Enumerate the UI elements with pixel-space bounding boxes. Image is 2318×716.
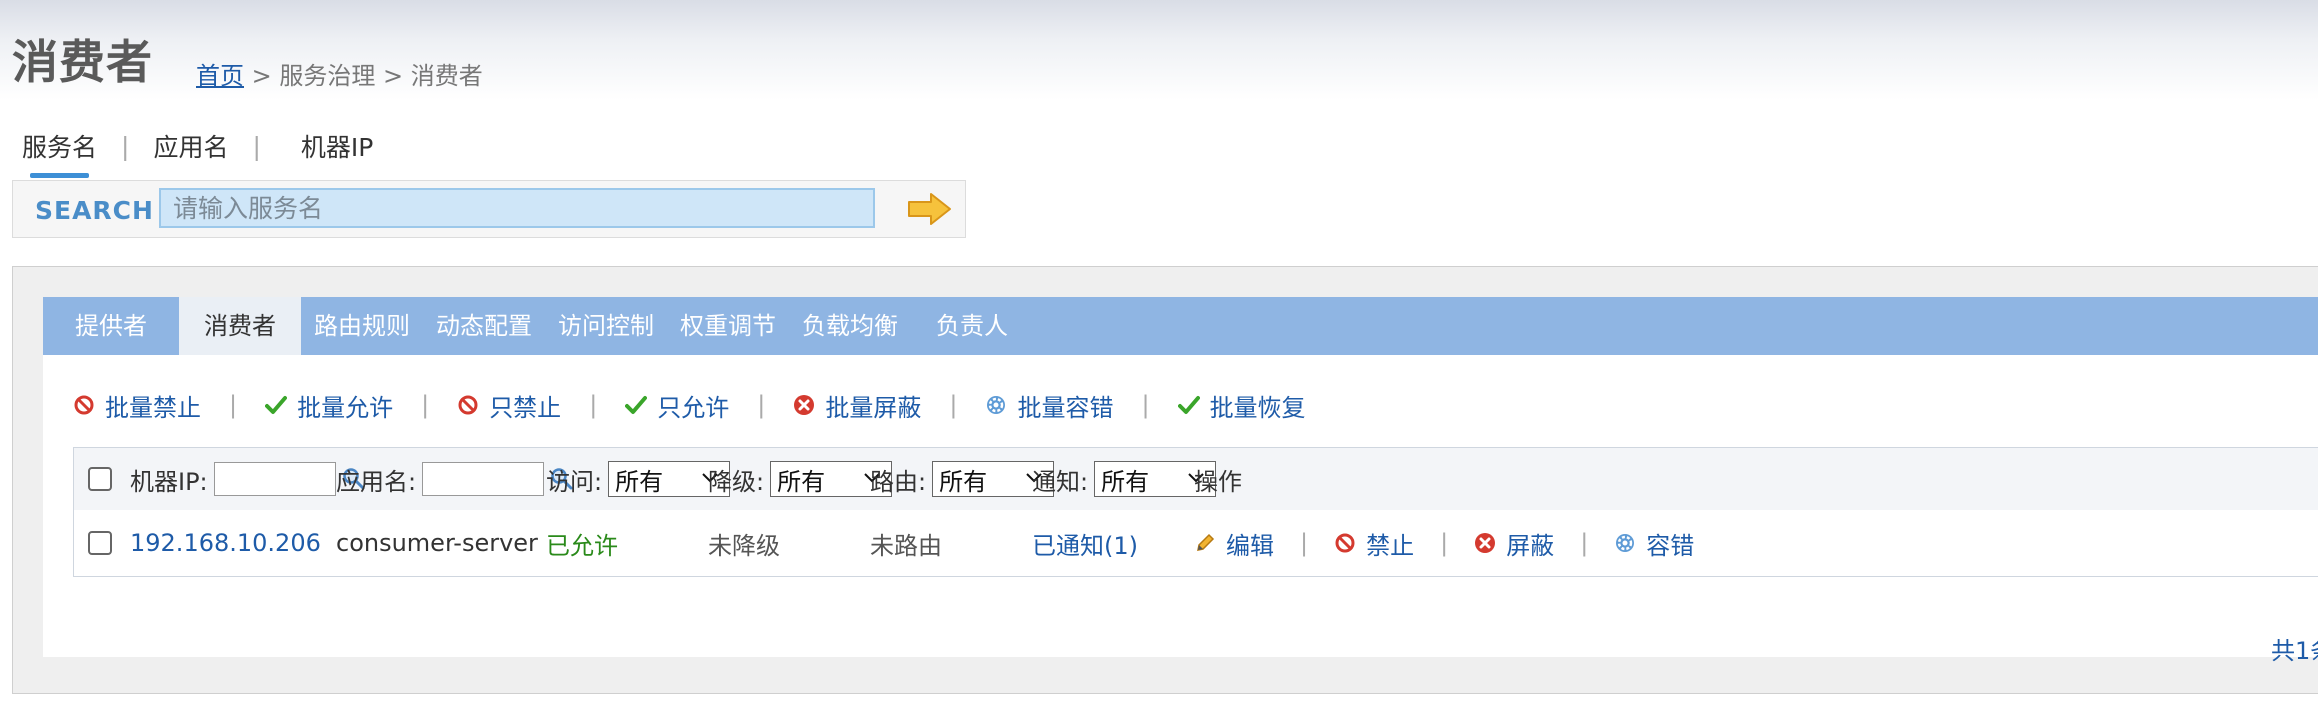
check-icon bbox=[1177, 394, 1200, 416]
batch-forbid-button[interactable]: 批量禁止 bbox=[73, 388, 201, 423]
search-tab-app-name[interactable]: 应用名 bbox=[153, 128, 228, 164]
notify-filter-value: 所有 bbox=[1101, 467, 1150, 496]
search-tab-separator: | bbox=[121, 131, 130, 161]
only-allow-button[interactable]: 只允许 bbox=[625, 388, 729, 423]
app-name-filter-input[interactable] bbox=[422, 462, 545, 496]
forbid-icon bbox=[457, 394, 479, 416]
table-header: 机器IP: 应用名: 访问: 所有 降级: 所有 路由: 所有 通知: 所有 操… bbox=[74, 448, 2318, 511]
fault-tolerance-label: 容错 bbox=[1646, 531, 1695, 560]
forbid-icon bbox=[73, 394, 95, 416]
row-app-name: consumer-server bbox=[336, 529, 538, 557]
breadcrumb-home-link[interactable]: 首页 bbox=[196, 62, 244, 90]
content-panel-inner: 提供者 消费者 路由规则 动态配置 访问控制 权重调节 负载均衡 负责人 批量禁… bbox=[43, 297, 2318, 665]
batch-allow-label: 批量允许 bbox=[297, 393, 394, 422]
breadcrumb-current: 消费者 bbox=[410, 62, 483, 90]
tab-load-balance[interactable]: 负载均衡 bbox=[789, 297, 911, 355]
batch-fault-tolerance-label: 批量容错 bbox=[1017, 393, 1114, 422]
page-title: 消费者 bbox=[12, 35, 153, 89]
only-forbid-button[interactable]: 只禁止 bbox=[457, 388, 561, 423]
forbid-button[interactable]: 禁止 bbox=[1334, 526, 1414, 561]
row-operations: 编辑 | 禁止 | 屏蔽 | 容错 bbox=[1194, 526, 1694, 561]
select-all-checkbox[interactable] bbox=[88, 467, 112, 491]
fault-tolerance-button[interactable]: 容错 bbox=[1614, 526, 1694, 561]
edit-label: 编辑 bbox=[1226, 531, 1274, 560]
breadcrumb-sep: > bbox=[383, 62, 404, 90]
row-checkbox[interactable] bbox=[88, 531, 112, 555]
block-icon bbox=[1474, 532, 1496, 554]
block-button[interactable]: 屏蔽 bbox=[1474, 526, 1554, 561]
gear-icon bbox=[985, 394, 1007, 416]
total-records: 共1条记录 bbox=[2271, 637, 2318, 665]
tab-dynamic-config[interactable]: 动态配置 bbox=[423, 297, 545, 355]
search-tab-separator: | bbox=[252, 131, 261, 161]
header-notify: 通知: bbox=[1032, 467, 1089, 496]
tab-providers[interactable]: 提供者 bbox=[43, 297, 179, 355]
tab-weight[interactable]: 权重调节 bbox=[667, 297, 789, 355]
edit-button[interactable]: 编辑 bbox=[1194, 526, 1274, 561]
search-tab-machine-ip[interactable]: 机器IP bbox=[301, 128, 373, 164]
breadcrumb-service-governance: 服务治理 bbox=[279, 62, 376, 90]
forbid-label: 禁止 bbox=[1366, 531, 1415, 560]
table-row: 192.168.10.206 consumer-server 已允许 未降级 未… bbox=[74, 510, 2318, 576]
tab-route-rules[interactable]: 路由规则 bbox=[301, 297, 423, 355]
batch-forbid-label: 批量禁止 bbox=[105, 393, 201, 422]
batch-allow-button[interactable]: 批量允许 bbox=[265, 388, 393, 423]
row-access-status: 已允许 bbox=[546, 531, 618, 560]
check-icon bbox=[265, 394, 288, 416]
header-access: 访问: bbox=[546, 467, 603, 496]
tab-consumers[interactable]: 消费者 bbox=[179, 297, 301, 355]
search-tab-service-name[interactable]: 服务名 bbox=[22, 128, 97, 178]
header-app-name: 应用名: bbox=[336, 467, 417, 496]
search-label: SEARCH bbox=[35, 196, 154, 225]
breadcrumb: 首页 > 服务治理 > 消费者 bbox=[196, 56, 483, 91]
gear-icon bbox=[1614, 532, 1636, 554]
downgrade-filter-value: 所有 bbox=[777, 467, 826, 496]
tab-access-control[interactable]: 访问控制 bbox=[545, 297, 667, 355]
batch-block-label: 批量屏蔽 bbox=[825, 393, 922, 422]
block-icon bbox=[793, 394, 815, 416]
row-route-status: 未路由 bbox=[870, 531, 942, 560]
pencil-icon bbox=[1194, 532, 1216, 554]
only-forbid-label: 只禁止 bbox=[489, 393, 562, 422]
check-icon bbox=[625, 394, 648, 416]
machine-ip-filter-input[interactable] bbox=[213, 462, 336, 496]
header-machine-ip: 机器IP: bbox=[130, 467, 208, 496]
tab-owner[interactable]: 负责人 bbox=[911, 297, 1033, 355]
consumer-table: 机器IP: 应用名: 访问: 所有 降级: 所有 路由: 所有 通知: 所有 操… bbox=[73, 447, 2318, 577]
content-panel: 提供者 消费者 路由规则 动态配置 访问控制 权重调节 负载均衡 负责人 批量禁… bbox=[12, 266, 2318, 694]
module-nav: 提供者 消费者 路由规则 动态配置 访问控制 权重调节 负载均衡 负责人 bbox=[43, 297, 2318, 355]
search-input[interactable] bbox=[159, 188, 875, 228]
batch-fault-tolerance-button[interactable]: 批量容错 bbox=[985, 388, 1113, 423]
breadcrumb-sep: > bbox=[251, 62, 272, 90]
batch-block-button[interactable]: 批量屏蔽 bbox=[793, 388, 921, 423]
route-filter-value: 所有 bbox=[939, 467, 988, 496]
only-allow-label: 只允许 bbox=[657, 393, 730, 422]
header-route: 路由: bbox=[870, 467, 927, 496]
row-machine-ip-link[interactable]: 192.168.10.206 bbox=[130, 529, 321, 557]
block-label: 屏蔽 bbox=[1506, 531, 1555, 560]
header-downgrade: 降级: bbox=[708, 467, 765, 496]
row-downgrade-status: 未降级 bbox=[708, 531, 780, 560]
search-box: SEARCH bbox=[12, 180, 966, 238]
forbid-icon bbox=[1334, 532, 1356, 554]
access-filter-value: 所有 bbox=[615, 467, 664, 496]
batch-actions: 批量禁止 | 批量允许 | 只禁止 | 只允许 | 批量屏蔽 | 批量容错 | … bbox=[73, 385, 1306, 425]
arrow-right-icon[interactable] bbox=[905, 191, 953, 227]
batch-restore-button[interactable]: 批量恢复 bbox=[1177, 388, 1306, 423]
row-notify-link[interactable]: 已通知(1) bbox=[1032, 526, 1138, 561]
batch-restore-label: 批量恢复 bbox=[1209, 393, 1306, 422]
search-type-tabs: 服务名 | 应用名 | 机器IP bbox=[22, 128, 373, 178]
header-operations: 操作 bbox=[1194, 467, 1242, 496]
